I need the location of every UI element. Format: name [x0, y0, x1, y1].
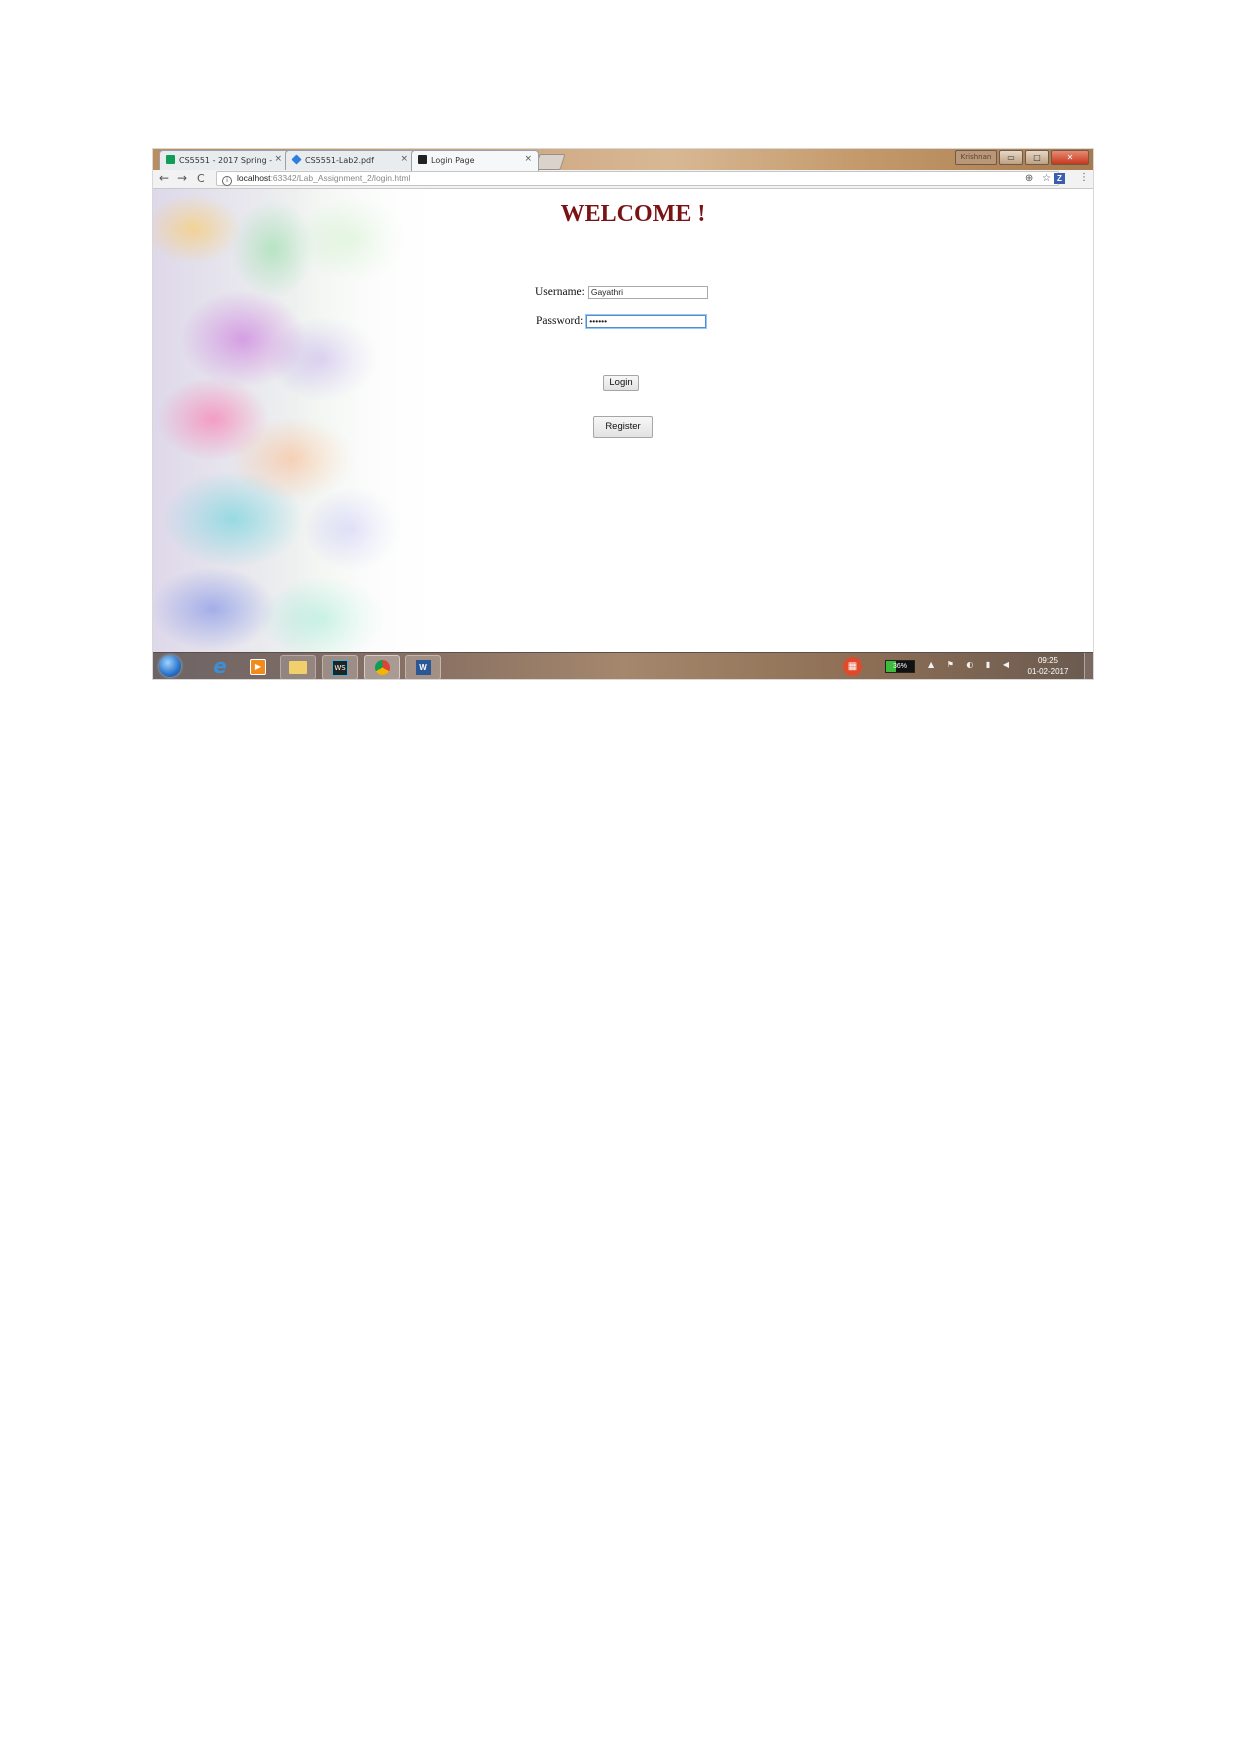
url-path: :63342/Lab_Assignment_2/login.html [270, 173, 411, 183]
tab-login-page[interactable]: Login Page × [411, 150, 539, 171]
address-bar[interactable]: i localhost:63342/Lab_Assignment_2/login.… [216, 171, 1059, 186]
battery-icon[interactable]: 36% [885, 660, 915, 673]
browser-toolbar: ← → C i localhost:63342/Lab_Assignment_2/… [153, 170, 1093, 189]
start-button[interactable] [159, 655, 181, 677]
password-input[interactable]: •••••• [586, 315, 707, 328]
minimize-button[interactable]: ▭ [999, 150, 1023, 165]
username-row: Username: Gayathri [535, 286, 708, 299]
tab-strip: CS5551 - 2017 Spring - × CS5551-Lab2.pdf… [153, 149, 1093, 171]
battery-percent: 36% [892, 663, 907, 670]
tab-title: Login Page [431, 156, 475, 165]
username-label: Username: [535, 286, 585, 299]
info-icon[interactable]: i [222, 176, 232, 186]
folder-icon[interactable] [280, 655, 316, 679]
dropbox-icon [291, 154, 302, 165]
system-tray-icons[interactable]: ▲ ⚑ ◐ ▮ ◀ [928, 660, 1014, 669]
clock[interactable]: 09:25 01-02-2017 [1023, 655, 1073, 677]
login-button[interactable]: Login [603, 375, 639, 391]
screenshot: CS5551 - 2017 Spring - × CS5551-Lab2.pdf… [153, 149, 1093, 679]
internet-explorer-icon[interactable]: e [203, 655, 237, 678]
extension-icon[interactable]: Z [1054, 173, 1065, 184]
taskbar: e ▶ WS W ▦ 36% ▲ ⚑ ◐ ▮ ◀ 09:25 01-02-201… [153, 652, 1093, 679]
clock-date: 01-02-2017 [1027, 667, 1069, 676]
clock-time: 09:25 [1037, 656, 1059, 665]
tab-title: CS5551 - 2017 Spring - [179, 156, 273, 165]
page-title: WELCOME ! [560, 201, 706, 227]
close-icon[interactable]: × [274, 154, 282, 164]
webstorm-icon [418, 155, 427, 164]
sheets-icon [166, 155, 175, 164]
close-window-button[interactable]: ✕ [1051, 150, 1089, 165]
close-icon[interactable]: × [524, 154, 532, 164]
word-icon[interactable]: W [405, 655, 441, 679]
media-player-icon[interactable]: ▶ [241, 655, 275, 678]
window-controls: Krishnan ▭ □ ✕ [955, 150, 1089, 165]
close-icon[interactable]: × [400, 154, 408, 164]
show-desktop-button[interactable] [1084, 653, 1093, 679]
menu-icon[interactable]: ⋮ [1079, 172, 1089, 183]
tab-lab2-pdf[interactable]: CS5551-Lab2.pdf × [285, 150, 415, 170]
tab-cs5551-spreadsheet[interactable]: CS5551 - 2017 Spring - × [159, 150, 289, 170]
chrome-icon[interactable] [364, 655, 400, 679]
back-arrow-icon[interactable]: ← [159, 171, 169, 185]
url-host: localhost [237, 173, 271, 183]
page-viewport: WELCOME ! Username: Gayathri Password: •••… [153, 189, 1093, 652]
forward-arrow-icon[interactable]: → [177, 171, 187, 185]
zoom-bookmark-icons[interactable]: ⊕ ☆ [1025, 172, 1054, 185]
marble-background-fade [153, 189, 463, 652]
password-row: Password: •••••• [536, 315, 707, 328]
profile-button[interactable]: Krishnan [955, 150, 997, 165]
password-label: Password: [536, 315, 584, 328]
reload-icon[interactable]: C [197, 172, 205, 185]
maximize-button[interactable]: □ [1025, 150, 1049, 165]
office-icon[interactable]: ▦ [843, 657, 862, 676]
tab-title: CS5551-Lab2.pdf [305, 156, 374, 165]
register-button[interactable]: Register [593, 416, 653, 438]
new-tab-button[interactable] [534, 154, 566, 170]
webstorm-taskbar-icon[interactable]: WS [322, 655, 358, 679]
username-input[interactable]: Gayathri [587, 286, 708, 299]
